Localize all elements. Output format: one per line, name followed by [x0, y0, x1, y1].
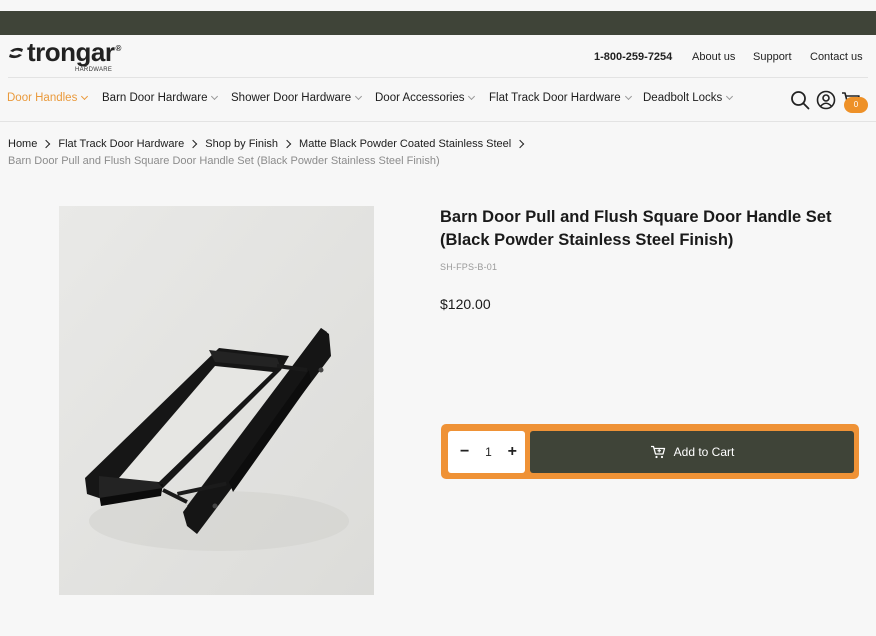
- chevron-right-icon: [515, 139, 525, 149]
- quantity-decrease-button[interactable]: −: [460, 443, 469, 461]
- add-to-cart-label: Add to Cart: [673, 445, 735, 459]
- chevron-right-icon: [42, 139, 51, 149]
- chevron-right-icon: [189, 139, 198, 149]
- main-nav: Door Handles Barn Door Hardware Shower D…: [0, 88, 876, 112]
- breadcrumb-flat-track-door-hardware[interactable]: Flat Track Door Hardware: [58, 138, 184, 150]
- nav-item-label: Shower Door Hardware: [231, 92, 352, 104]
- quantity-value[interactable]: 1: [485, 445, 492, 459]
- brand-logo[interactable]: trongar ® HARDWARE: [8, 38, 121, 74]
- nav-item-deadbolt-locks[interactable]: Deadbolt Locks: [643, 92, 734, 104]
- breadcrumb-home[interactable]: Home: [8, 138, 37, 150]
- nav-item-door-accessories[interactable]: Door Accessories: [375, 92, 476, 104]
- chevron-down-icon: [726, 92, 734, 101]
- site-header: trongar ® HARDWARE 1-800-259-7254 About u…: [0, 35, 876, 77]
- nav-item-barn-door-hardware[interactable]: Barn Door Hardware: [102, 92, 219, 104]
- product-price: $120.00: [440, 296, 491, 312]
- search-icon[interactable]: [789, 89, 811, 111]
- account-icon[interactable]: [815, 89, 837, 111]
- logo-s-mark-icon: [9, 47, 23, 59]
- about-us-link[interactable]: About us: [692, 51, 735, 63]
- phone-link[interactable]: 1-800-259-7254: [594, 51, 672, 63]
- header-divider: [8, 77, 868, 78]
- nav-item-label: Door Handles: [7, 92, 78, 104]
- chevron-down-icon: [211, 92, 219, 101]
- add-to-cart-button[interactable]: Add to Cart: [530, 431, 854, 473]
- breadcrumb-matte-black[interactable]: Matte Black Powder Coated Stainless Stee…: [299, 138, 511, 150]
- nav-item-shower-door-hardware[interactable]: Shower Door Hardware: [231, 92, 363, 104]
- chevron-down-icon: [81, 92, 89, 101]
- nav-item-door-handles[interactable]: Door Handles: [7, 92, 89, 104]
- breadcrumb-shop-by-finish[interactable]: Shop by Finish: [205, 138, 278, 150]
- cart-plus-icon: [650, 445, 665, 459]
- cart-count-badge: 0: [844, 97, 868, 113]
- breadcrumb-current-page: Barn Door Pull and Flush Square Door Han…: [8, 155, 440, 167]
- door-handle-illustration: [59, 206, 374, 595]
- nav-item-label: Flat Track Door Hardware: [489, 92, 621, 104]
- nav-item-flat-track-door-hardware[interactable]: Flat Track Door Hardware: [489, 92, 632, 104]
- nav-divider: [0, 121, 876, 122]
- chevron-down-icon: [468, 92, 476, 101]
- chevron-down-icon: [355, 92, 363, 101]
- support-link[interactable]: Support: [753, 51, 792, 63]
- chevron-right-icon: [282, 139, 292, 149]
- nav-item-label: Deadbolt Locks: [643, 92, 723, 104]
- nav-item-label: Barn Door Hardware: [102, 92, 208, 104]
- contact-us-link[interactable]: Contact us: [810, 51, 863, 63]
- quantity-stepper[interactable]: − 1 +: [448, 431, 525, 473]
- product-sku: SH-FPS-B-01: [440, 262, 498, 272]
- product-title: Barn Door Pull and Flush Square Door Han…: [440, 208, 832, 249]
- product-image[interactable]: [59, 206, 374, 595]
- logo-registered-mark: ®: [115, 44, 122, 53]
- logo-wordmark: trongar ®: [8, 38, 121, 66]
- quantity-increase-button[interactable]: +: [508, 443, 517, 461]
- breadcrumb: Home Flat Track Door Hardware Shop by Fi…: [8, 138, 532, 150]
- chevron-down-icon: [624, 92, 632, 101]
- logo-subtitle: HARDWARE: [75, 67, 113, 73]
- logo-text: trongar: [27, 37, 115, 67]
- nav-item-label: Door Accessories: [375, 92, 465, 104]
- top-announcement-bar: [0, 11, 876, 35]
- add-to-cart-panel: − 1 + Add to Cart: [441, 424, 859, 479]
